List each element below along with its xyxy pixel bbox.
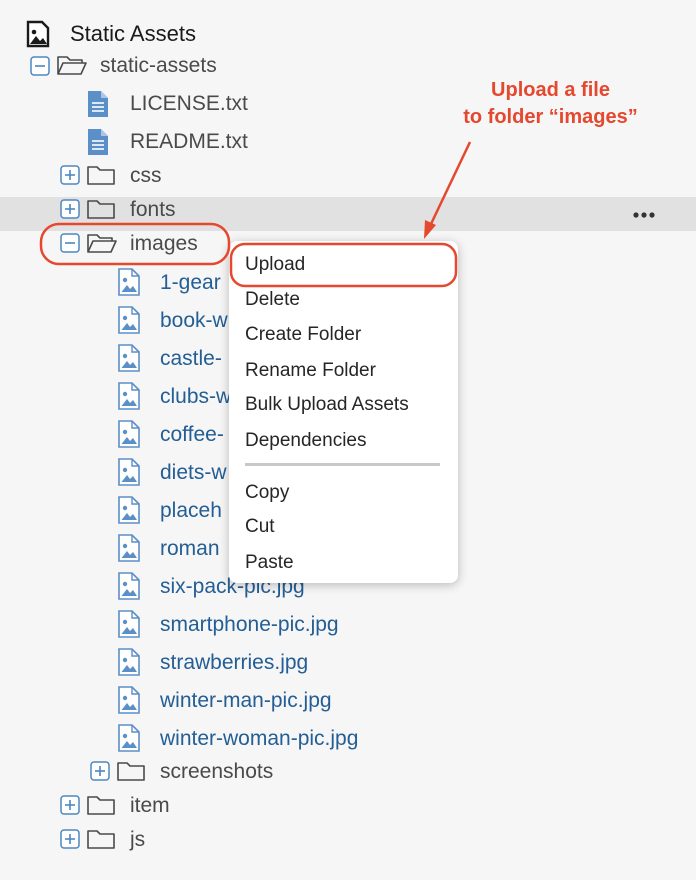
annotation-overlay bbox=[39, 141, 472, 288]
arrow-line bbox=[429, 141, 472, 225]
highlight-upload-item bbox=[229, 242, 458, 288]
highlight-images-folder bbox=[39, 222, 231, 266]
arrow-head bbox=[424, 220, 436, 239]
